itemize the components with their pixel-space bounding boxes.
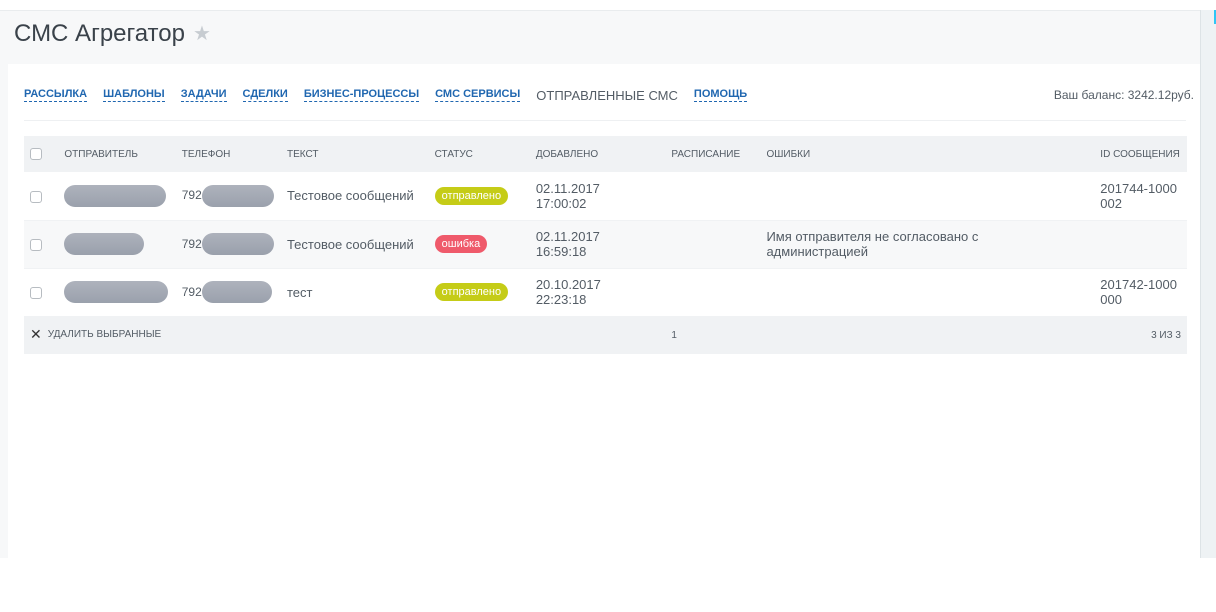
- added-time: 22:23:18: [535, 292, 587, 307]
- column-header-text[interactable]: ТЕКСТ: [280, 136, 429, 172]
- column-header-phone[interactable]: ТЕЛЕФОН: [175, 136, 281, 172]
- nav-link-rassylka[interactable]: РАССЫЛКА: [24, 88, 88, 102]
- footer-actions-cell: ✕ УДАЛИТЬ ВЫБРАННЫЕ: [24, 316, 666, 354]
- phone-cell: 792: [175, 172, 281, 221]
- header-checkbox-cell: [24, 136, 59, 172]
- page-number[interactable]: 1: [671, 330, 677, 341]
- phone-prefix: 792: [181, 236, 202, 251]
- row-checkbox[interactable]: [30, 287, 42, 300]
- row-count: 3 ИЗ 3: [1094, 316, 1187, 354]
- status-badge: отправлено: [434, 283, 509, 301]
- added-cell: 20.10.2017 22:23:18: [529, 268, 666, 317]
- phone-prefix: 792: [181, 188, 202, 203]
- added-date: 20.10.2017: [535, 277, 601, 292]
- added-date: 02.11.2017: [535, 229, 600, 244]
- column-header-added[interactable]: ДОБАВЛЕНО: [529, 136, 666, 172]
- message-id-cell: 201744-1000002: [1094, 172, 1187, 221]
- error-cell: [760, 172, 1095, 221]
- star-icon[interactable]: ★: [193, 24, 211, 44]
- column-header-status[interactable]: СТАТУС: [428, 136, 530, 172]
- phone-cell: 792: [175, 268, 281, 317]
- schedule-cell: [665, 172, 761, 221]
- error-cell: Имя отправителя не согласовано с админис…: [760, 220, 1095, 269]
- phone-redacted: [201, 184, 274, 207]
- right-rail: [1200, 10, 1216, 558]
- main-panel: РАССЫЛКА ШАБЛОНЫ ЗАДАЧИ СДЕЛКИ БИЗНЕС-ПР…: [8, 64, 1200, 558]
- nav-link-help[interactable]: ПОМОЩЬ: [693, 88, 748, 102]
- schedule-cell: [665, 220, 761, 269]
- added-cell: 02.11.2017 17:00:02: [529, 172, 666, 221]
- status-cell: отправлено: [428, 268, 530, 317]
- added-time: 16:59:18: [535, 244, 587, 259]
- column-header-sender[interactable]: ОТПРАВИТЕЛЬ: [58, 136, 176, 172]
- nav-link-shablony[interactable]: ШАБЛОНЫ: [103, 88, 165, 102]
- text-cell: Тестовое сообщений: [280, 220, 429, 269]
- status-cell: ошибка: [428, 220, 530, 269]
- close-icon: ✕: [30, 325, 42, 342]
- schedule-cell: [665, 268, 761, 317]
- row-checkbox-cell: [24, 172, 59, 221]
- row-checkbox-cell: [24, 268, 59, 317]
- nav-item-sent-sms: ОТПРАВЛЕННЫЕ СМС: [536, 87, 678, 103]
- row-checkbox-cell: [24, 220, 59, 269]
- top-nav: РАССЫЛКА ШАБЛОНЫ ЗАДАЧИ СДЕЛКИ БИЗНЕС-ПР…: [24, 86, 1194, 104]
- table-footer: ✕ УДАЛИТЬ ВЫБРАННЫЕ 1 3 ИЗ 3: [24, 316, 1187, 354]
- sent-sms-table: ОТПРАВИТЕЛЬ ТЕЛЕФОН ТЕКСТ СТАТУС ДОБАВЛЕ…: [24, 136, 1187, 354]
- column-header-schedule[interactable]: РАСПИСАНИЕ: [665, 136, 761, 172]
- sender-redacted: [64, 184, 167, 207]
- page-title: СМС Агрегатор ★: [14, 20, 211, 48]
- status-cell: отправлено: [428, 172, 530, 221]
- row-checkbox[interactable]: [30, 190, 42, 203]
- message-id-cell: 201742-1000000: [1094, 268, 1187, 317]
- balance-text: Ваш баланс: 3242.12руб.: [1053, 88, 1194, 102]
- sender-redacted: [64, 233, 145, 255]
- status-badge: ошибка: [434, 235, 488, 253]
- table-header-row: ОТПРАВИТЕЛЬ ТЕЛЕФОН ТЕКСТ СТАТУС ДОБАВЛЕ…: [24, 136, 1187, 172]
- sender-cell: [58, 268, 176, 317]
- status-badge: отправлено: [434, 186, 509, 205]
- phone-redacted: [201, 281, 272, 303]
- column-header-message-id[interactable]: ID СООБЩЕНИЯ: [1094, 136, 1187, 172]
- nav-link-business-processes[interactable]: БИЗНЕС-ПРОЦЕССЫ: [303, 88, 420, 102]
- table-row[interactable]: 792 тест отправлено 20.10.2017 22:23:18 2…: [24, 268, 1187, 317]
- select-all-checkbox[interactable]: [30, 148, 42, 160]
- phone-redacted: [201, 233, 274, 255]
- text-cell: тест: [280, 268, 429, 317]
- nav-link-sms-services[interactable]: СМС СЕРВИСЫ: [435, 88, 521, 102]
- page-title-text: СМС Агрегатор: [14, 20, 185, 47]
- added-time: 17:00:02: [535, 195, 587, 211]
- row-checkbox[interactable]: [30, 239, 42, 252]
- added-date: 02.11.2017: [535, 180, 600, 196]
- phone-prefix: 792: [181, 284, 202, 299]
- delete-selected-button[interactable]: ✕ УДАЛИТЬ ВЫБРАННЫЕ: [30, 325, 162, 342]
- phone-cell: 792: [175, 220, 281, 269]
- nav-link-sdelki[interactable]: СДЕЛКИ: [242, 88, 288, 102]
- message-id-cell: [1094, 220, 1187, 269]
- table-row[interactable]: 792 Тестовое сообщений отправлено 02.11.…: [24, 172, 1187, 221]
- table-row[interactable]: 792 Тестовое сообщений ошибка 02.11.2017…: [24, 220, 1187, 269]
- column-header-errors[interactable]: ОШИБКИ: [760, 136, 1095, 172]
- sender-cell: [58, 172, 176, 221]
- pagination-cell: 1: [665, 316, 1095, 354]
- nav-link-zadachi[interactable]: ЗАДАЧИ: [180, 88, 227, 102]
- sender-cell: [58, 220, 176, 269]
- added-cell: 02.11.2017 16:59:18: [529, 220, 666, 269]
- delete-selected-label: УДАЛИТЬ ВЫБРАННЫЕ: [47, 328, 162, 340]
- nav-divider: [24, 120, 1186, 121]
- sender-redacted: [64, 281, 169, 303]
- error-cell: [760, 268, 1095, 317]
- text-cell: Тестовое сообщений: [280, 172, 429, 221]
